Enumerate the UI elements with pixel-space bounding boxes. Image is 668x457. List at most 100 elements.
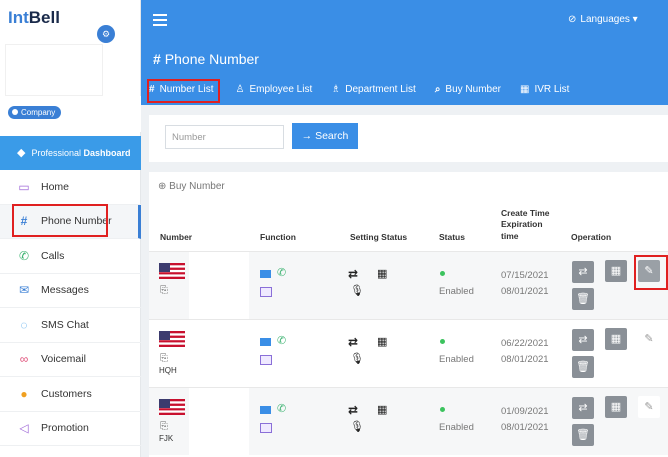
status-dot	[440, 339, 445, 344]
envelope-icon: ✉	[18, 283, 30, 298]
sidebar-item-label: Voicemail	[41, 353, 86, 366]
column-header-create-time: Create Time	[501, 208, 550, 218]
redacted-number	[189, 388, 249, 455]
logo[interactable]: IntBell	[8, 8, 60, 28]
sidebar-item-label: Messages	[41, 284, 89, 297]
forwarding-icon: ⇄	[348, 335, 359, 349]
call-function-icon: ✆	[277, 335, 287, 347]
redacted-number	[189, 252, 249, 319]
sidebar-item-label: Home	[41, 180, 70, 193]
sidebar-item-voicemail[interactable]: ∞ Voicemail	[0, 343, 141, 377]
user-icon: ●	[20, 386, 28, 401]
company-badge[interactable]: Company	[8, 106, 62, 119]
sms-function-icon	[260, 406, 271, 414]
top-header: ⊘ Languages ▾ # Phone Number # Number List …	[141, 0, 668, 105]
edit-button[interactable]: ✎	[638, 328, 660, 350]
mms-function-icon	[260, 423, 272, 433]
number-table: ⊕ Buy Number Number Function Setting Sta…	[149, 172, 668, 457]
menu-icon[interactable]	[153, 14, 167, 29]
forward-setting-button[interactable]: ⇄	[572, 329, 594, 351]
highlight-box-phone-number	[12, 204, 108, 237]
status-text: Enabled	[439, 354, 474, 365]
professional-dashboard-link[interactable]: ◆ Professional Dashboard	[0, 136, 141, 170]
tab-buy-number[interactable]: ⌕ Buy Number	[435, 84, 501, 95]
status-text: Enabled	[439, 422, 474, 433]
tab-ivr-list[interactable]: ▦ IVR List	[520, 84, 569, 95]
sidebar-item-messages[interactable]: ✉ Messages	[0, 274, 141, 308]
forwarding-icon: ⇄	[348, 403, 359, 417]
sidebar-item-home[interactable]: ▭ Home	[0, 170, 141, 205]
call-function-icon: ✆	[277, 267, 287, 279]
status-dot	[440, 271, 445, 276]
delete-button[interactable]: 🗑	[572, 288, 594, 310]
column-header-expiration: Expiration	[501, 219, 543, 229]
sidebar-item-label: SMS Chat	[41, 318, 89, 331]
ivr-setting-button[interactable]: ▦	[605, 396, 627, 418]
column-header-operation: Operation	[571, 232, 612, 242]
phone-icon: ✆	[18, 248, 30, 263]
column-header-function: Function	[260, 232, 296, 242]
delete-button[interactable]: 🗑	[572, 424, 594, 446]
status-text: Enabled	[439, 286, 474, 297]
table-row: ⎘ HQH ✆ ⇄ ▦ 🎙 Enabled 06/22/2021 08/01/2…	[149, 319, 668, 387]
ivr-icon: ▦	[377, 404, 388, 416]
call-function-icon: ✆	[277, 403, 287, 415]
number-tag: FJK	[159, 434, 174, 443]
ivr-icon: ▦	[377, 268, 388, 280]
sidebar-item-calls[interactable]: ✆ Calls	[0, 239, 141, 274]
sms-function-icon	[260, 338, 271, 346]
copy-icon[interactable]: ⎘	[160, 353, 168, 364]
chat-icon: ◌	[20, 317, 28, 332]
search-button[interactable]: → Search	[292, 123, 358, 149]
microphone-icon: 🎙	[350, 285, 364, 297]
globe-icon: ⊘	[568, 14, 577, 25]
copy-icon[interactable]: ⎘	[160, 421, 168, 432]
sidebar-item-label: Calls	[41, 249, 65, 262]
sidebar-item-sms-chat[interactable]: ◌ SMS Chat	[0, 308, 141, 343]
highlight-box-number-list	[147, 79, 220, 103]
page-title: # Phone Number	[153, 51, 259, 67]
languages-dropdown[interactable]: ⊘ Languages ▾	[568, 14, 638, 25]
forward-setting-button[interactable]: ⇄	[572, 397, 594, 419]
expiration-time: 08/01/2021	[501, 422, 549, 433]
number-search-input[interactable]	[165, 125, 284, 149]
tab-employee-list[interactable]: ♙ Employee List	[235, 84, 312, 95]
us-flag-icon	[159, 399, 185, 415]
column-header-status: Status	[439, 232, 465, 242]
forwarding-icon: ⇄	[348, 267, 359, 281]
highlight-box-edit	[634, 255, 668, 290]
user-icon: ♙	[235, 84, 245, 95]
company-row: Company	[5, 96, 141, 132]
ivr-setting-button[interactable]: ▦	[605, 260, 627, 282]
search-card: → Search	[149, 115, 668, 162]
table-row: ⎘ FJK ✆ ⇄ ▦ 🎙 Enabled 01/09/2021 08/01/2…	[149, 387, 668, 455]
column-header-setting-status: Setting Status	[350, 232, 408, 242]
tab-department-list[interactable]: ♗ Department List	[331, 84, 416, 95]
ivr-setting-button[interactable]: ▦	[605, 328, 627, 350]
copy-icon[interactable]: ⎘	[160, 285, 168, 296]
create-time: 06/22/2021	[501, 338, 549, 349]
sidebar-item-promotion[interactable]: ◁ Promotion	[0, 412, 141, 446]
us-flag-icon	[159, 331, 185, 347]
microphone-icon: 🎙	[350, 353, 364, 365]
settings-badge-icon[interactable]: ⚙	[97, 25, 115, 43]
avatar	[5, 44, 103, 96]
column-header-number: Number	[160, 232, 193, 242]
edit-button[interactable]: ✎	[638, 396, 660, 418]
table-row: ⎘ ✆ ⇄ ▦ 🎙 Enabled 07/15/2021 08/01/2021 …	[149, 251, 668, 319]
us-flag-icon	[159, 263, 185, 279]
send-icon: ◁	[19, 421, 29, 436]
sidebar-item-label: Promotion	[41, 422, 89, 435]
voicemail-icon: ∞	[19, 352, 29, 367]
diamond-icon: ◆	[17, 147, 26, 159]
status-dot	[440, 407, 445, 412]
redacted-number	[189, 320, 249, 387]
buy-number-link[interactable]: ⊕ Buy Number	[158, 181, 225, 192]
forward-setting-button[interactable]: ⇄	[572, 261, 594, 283]
sidebar-item-customers[interactable]: ● Customers	[0, 377, 141, 412]
expiration-time: 08/01/2021	[501, 354, 549, 365]
mms-function-icon	[260, 355, 272, 365]
create-time: 01/09/2021	[501, 406, 549, 417]
search-icon: ⌕	[434, 84, 441, 95]
delete-button[interactable]: 🗑	[572, 356, 594, 378]
